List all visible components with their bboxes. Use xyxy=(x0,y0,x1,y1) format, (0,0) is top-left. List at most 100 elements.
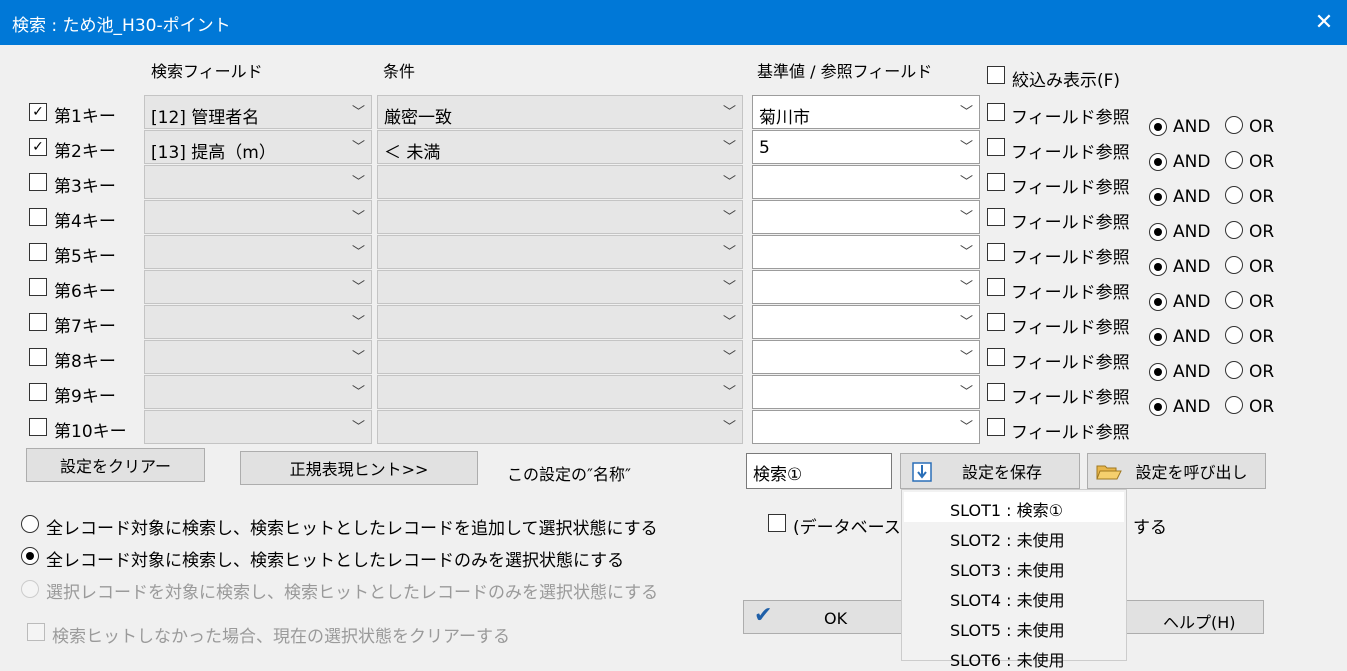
or-radio[interactable] xyxy=(1225,396,1243,414)
clear-settings-button[interactable]: 設定をクリアー xyxy=(26,448,205,482)
and-radio[interactable] xyxy=(1149,363,1167,381)
and-label: AND xyxy=(1173,362,1211,382)
close-icon[interactable]: ✕ xyxy=(1301,0,1347,45)
search-field-combo[interactable]: ﹀ xyxy=(144,410,372,444)
key-checkbox[interactable] xyxy=(29,278,47,296)
reference-value-combo[interactable]: ﹀ xyxy=(752,340,980,374)
slot-item[interactable]: SLOT5 : 未使用 xyxy=(950,617,1065,641)
field-reference-checkbox[interactable] xyxy=(987,138,1005,156)
save-settings-button[interactable]: 設定を保存 xyxy=(900,453,1080,489)
key-checkbox[interactable] xyxy=(29,173,47,191)
or-radio[interactable] xyxy=(1225,116,1243,134)
or-radio[interactable] xyxy=(1225,186,1243,204)
condition-combo[interactable]: ﹀ xyxy=(377,305,743,339)
condition-combo[interactable]: ﹀ xyxy=(377,200,743,234)
and-label: AND xyxy=(1173,397,1211,417)
search-field-combo[interactable]: ﹀ xyxy=(144,340,372,374)
key-checkbox[interactable]: ✓ xyxy=(29,138,47,156)
condition-value: 厳密一致 xyxy=(384,108,452,128)
slot-item[interactable]: SLOT4 : 未使用 xyxy=(950,587,1065,611)
database-checkbox[interactable] xyxy=(768,514,786,532)
condition-combo[interactable]: ﹀ xyxy=(377,165,743,199)
condition-combo[interactable]: ﹀ xyxy=(377,375,743,409)
database-label: (データベースリ xyxy=(793,518,918,538)
folder-open-icon xyxy=(1096,465,1122,480)
load-settings-button[interactable]: 設定を呼び出し xyxy=(1087,453,1266,489)
condition-combo[interactable]: ﹀ xyxy=(377,410,743,444)
field-reference-checkbox[interactable] xyxy=(987,278,1005,296)
or-label: OR xyxy=(1249,292,1275,312)
reference-value-combo[interactable]: ﹀ xyxy=(752,305,980,339)
key-label: 第10キー xyxy=(54,422,127,442)
or-radio[interactable] xyxy=(1225,256,1243,274)
or-label: OR xyxy=(1249,152,1275,172)
or-radio[interactable] xyxy=(1225,151,1243,169)
slot-item[interactable]: SLOT2 : 未使用 xyxy=(950,527,1065,551)
clear-if-no-hit-checkbox xyxy=(27,623,45,641)
reference-value-combo[interactable]: 5 ﹀ xyxy=(752,130,980,164)
and-radio[interactable] xyxy=(1149,293,1167,311)
search-field-combo[interactable]: ﹀ xyxy=(144,235,372,269)
chevron-down-icon: ﹀ xyxy=(959,210,973,225)
ok-button[interactable]: ✔ OK xyxy=(743,600,903,634)
field-reference-checkbox[interactable] xyxy=(987,173,1005,191)
field-reference-checkbox[interactable] xyxy=(987,243,1005,261)
search-field-combo[interactable]: ﹀ xyxy=(144,305,372,339)
reference-value-combo[interactable]: ﹀ xyxy=(752,235,980,269)
and-radio[interactable] xyxy=(1149,328,1167,346)
key-checkbox[interactable]: ✓ xyxy=(29,103,47,121)
field-reference-checkbox[interactable] xyxy=(987,103,1005,121)
field-reference-checkbox[interactable] xyxy=(987,383,1005,401)
condition-combo[interactable]: 厳密一致 ﹀ xyxy=(377,95,743,129)
key-checkbox[interactable] xyxy=(29,348,47,366)
and-radio[interactable] xyxy=(1149,398,1167,416)
and-radio[interactable] xyxy=(1149,118,1167,136)
condition-combo[interactable]: ﹀ xyxy=(377,235,743,269)
reference-value-combo[interactable]: ﹀ xyxy=(752,375,980,409)
and-radio[interactable] xyxy=(1149,153,1167,171)
or-radio[interactable] xyxy=(1225,361,1243,379)
key-checkbox[interactable] xyxy=(29,313,47,331)
reference-value-combo[interactable]: 菊川市 ﹀ xyxy=(752,95,980,129)
help-button[interactable]: ヘルプ(H) xyxy=(1110,600,1264,634)
and-label: AND xyxy=(1173,257,1211,277)
reference-value-combo[interactable]: ﹀ xyxy=(752,270,980,304)
slot-item[interactable]: SLOT6 : 未使用 xyxy=(950,647,1065,671)
and-radio[interactable] xyxy=(1149,258,1167,276)
option-only-hits-radio[interactable] xyxy=(21,547,39,565)
option-add-selection-radio[interactable] xyxy=(21,515,39,533)
search-field-combo[interactable]: ﹀ xyxy=(144,165,372,199)
and-radio[interactable] xyxy=(1149,188,1167,206)
field-reference-checkbox[interactable] xyxy=(987,348,1005,366)
field-reference-checkbox[interactable] xyxy=(987,313,1005,331)
slot-item[interactable]: SLOT3 : 未使用 xyxy=(950,557,1065,581)
slot-item[interactable]: SLOT1 : 検索① xyxy=(950,497,1063,521)
or-radio[interactable] xyxy=(1225,221,1243,239)
search-field-combo[interactable]: ﹀ xyxy=(144,270,372,304)
key-checkbox[interactable] xyxy=(29,243,47,261)
key-label: 第3キー xyxy=(54,177,116,197)
condition-combo[interactable]: ﹀ xyxy=(377,340,743,374)
condition-combo[interactable]: ＜ 未満 ﹀ xyxy=(377,130,743,164)
and-radio[interactable] xyxy=(1149,223,1167,241)
narrow-display-checkbox[interactable] xyxy=(987,66,1005,84)
field-reference-checkbox[interactable] xyxy=(987,418,1005,436)
chevron-down-icon: ﹀ xyxy=(351,105,365,120)
search-field-combo[interactable]: ﹀ xyxy=(144,200,372,234)
search-field-combo[interactable]: [12] 管理者名 ﹀ xyxy=(144,95,372,129)
search-field-combo[interactable]: [13] 提高（m） ﹀ xyxy=(144,130,372,164)
or-radio[interactable] xyxy=(1225,291,1243,309)
or-radio[interactable] xyxy=(1225,326,1243,344)
field-reference-checkbox[interactable] xyxy=(987,208,1005,226)
regex-hint-button[interactable]: 正規表現ヒント>> xyxy=(240,451,478,485)
search-field-combo[interactable]: ﹀ xyxy=(144,375,372,409)
setting-name-input[interactable]: 検索① xyxy=(746,453,892,489)
key-checkbox[interactable] xyxy=(29,418,47,436)
key-checkbox[interactable] xyxy=(29,208,47,226)
reference-value-combo[interactable]: ﹀ xyxy=(752,200,980,234)
condition-combo[interactable]: ﹀ xyxy=(377,270,743,304)
key-checkbox[interactable] xyxy=(29,383,47,401)
reference-value-combo[interactable]: ﹀ xyxy=(752,165,980,199)
field-reference-label: フィールド参照 xyxy=(1011,178,1130,198)
reference-value-combo[interactable]: ﹀ xyxy=(752,410,980,444)
